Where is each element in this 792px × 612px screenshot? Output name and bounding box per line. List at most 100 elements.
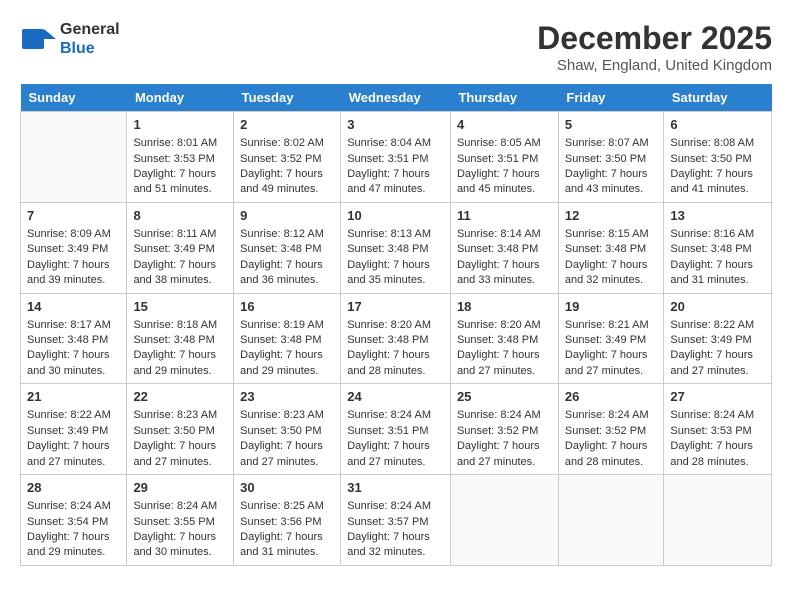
daylight-label: Daylight: 7 hours and 29 minutes. xyxy=(27,531,110,558)
daylight-label: Daylight: 7 hours and 28 minutes. xyxy=(565,440,648,467)
day-number: 26 xyxy=(565,388,658,406)
calendar-cell xyxy=(21,112,127,203)
daylight-label: Daylight: 7 hours and 31 minutes. xyxy=(670,259,753,286)
sunrise-label: Sunrise: 8:12 AM xyxy=(240,228,324,240)
sunrise-label: Sunrise: 8:09 AM xyxy=(27,228,111,240)
sunset-label: Sunset: 3:49 PM xyxy=(27,243,108,255)
sunset-label: Sunset: 3:50 PM xyxy=(133,425,214,437)
sunrise-label: Sunrise: 8:04 AM xyxy=(347,137,431,149)
daylight-label: Daylight: 7 hours and 28 minutes. xyxy=(670,440,753,467)
sunset-label: Sunset: 3:48 PM xyxy=(457,243,538,255)
calendar-cell: 10 Sunrise: 8:13 AM Sunset: 3:48 PM Dayl… xyxy=(341,202,451,293)
week-row-0: 1 Sunrise: 8:01 AM Sunset: 3:53 PM Dayli… xyxy=(21,112,772,203)
calendar-cell: 25 Sunrise: 8:24 AM Sunset: 3:52 PM Dayl… xyxy=(450,384,558,475)
daylight-label: Daylight: 7 hours and 28 minutes. xyxy=(347,349,430,376)
sunrise-label: Sunrise: 8:24 AM xyxy=(133,500,217,512)
daylight-label: Daylight: 7 hours and 27 minutes. xyxy=(670,349,753,376)
daylight-label: Daylight: 7 hours and 49 minutes. xyxy=(240,168,323,195)
sunrise-label: Sunrise: 8:23 AM xyxy=(240,409,324,421)
day-number: 9 xyxy=(240,207,334,225)
calendar-cell: 5 Sunrise: 8:07 AM Sunset: 3:50 PM Dayli… xyxy=(558,112,664,203)
daylight-label: Daylight: 7 hours and 36 minutes. xyxy=(240,259,323,286)
calendar-cell: 20 Sunrise: 8:22 AM Sunset: 3:49 PM Dayl… xyxy=(664,293,772,384)
daylight-label: Daylight: 7 hours and 29 minutes. xyxy=(240,349,323,376)
weekday-header-wednesday: Wednesday xyxy=(341,84,451,112)
daylight-label: Daylight: 7 hours and 38 minutes. xyxy=(133,259,216,286)
title-block: December 2025 Shaw, England, United King… xyxy=(537,20,772,74)
sunrise-label: Sunrise: 8:24 AM xyxy=(347,409,431,421)
sunrise-label: Sunrise: 8:25 AM xyxy=(240,500,324,512)
calendar-cell xyxy=(450,475,558,566)
calendar-cell: 2 Sunrise: 8:02 AM Sunset: 3:52 PM Dayli… xyxy=(234,112,341,203)
week-row-2: 14 Sunrise: 8:17 AM Sunset: 3:48 PM Dayl… xyxy=(21,293,772,384)
sunrise-label: Sunrise: 8:22 AM xyxy=(27,409,111,421)
day-number: 2 xyxy=(240,116,334,134)
day-number: 31 xyxy=(347,479,444,497)
day-number: 12 xyxy=(565,207,658,225)
sunrise-label: Sunrise: 8:02 AM xyxy=(240,137,324,149)
daylight-label: Daylight: 7 hours and 27 minutes. xyxy=(347,440,430,467)
logo-line2: Blue xyxy=(60,39,120,58)
daylight-label: Daylight: 7 hours and 45 minutes. xyxy=(457,168,540,195)
sunrise-label: Sunrise: 8:15 AM xyxy=(565,228,649,240)
sunset-label: Sunset: 3:48 PM xyxy=(240,334,321,346)
sunset-label: Sunset: 3:48 PM xyxy=(457,334,538,346)
calendar-cell: 18 Sunrise: 8:20 AM Sunset: 3:48 PM Dayl… xyxy=(450,293,558,384)
calendar-cell: 19 Sunrise: 8:21 AM Sunset: 3:49 PM Dayl… xyxy=(558,293,664,384)
sunrise-label: Sunrise: 8:01 AM xyxy=(133,137,217,149)
calendar-cell: 1 Sunrise: 8:01 AM Sunset: 3:53 PM Dayli… xyxy=(127,112,234,203)
sunset-label: Sunset: 3:48 PM xyxy=(347,243,428,255)
calendar-cell: 27 Sunrise: 8:24 AM Sunset: 3:53 PM Dayl… xyxy=(664,384,772,475)
sunset-label: Sunset: 3:50 PM xyxy=(240,425,321,437)
daylight-label: Daylight: 7 hours and 27 minutes. xyxy=(240,440,323,467)
daylight-label: Daylight: 7 hours and 29 minutes. xyxy=(133,349,216,376)
sunrise-label: Sunrise: 8:11 AM xyxy=(133,228,216,240)
day-number: 28 xyxy=(27,479,120,497)
day-number: 23 xyxy=(240,388,334,406)
sunrise-label: Sunrise: 8:22 AM xyxy=(670,319,754,331)
daylight-label: Daylight: 7 hours and 43 minutes. xyxy=(565,168,648,195)
week-row-4: 28 Sunrise: 8:24 AM Sunset: 3:54 PM Dayl… xyxy=(21,475,772,566)
sunrise-label: Sunrise: 8:21 AM xyxy=(565,319,649,331)
calendar-cell: 17 Sunrise: 8:20 AM Sunset: 3:48 PM Dayl… xyxy=(341,293,451,384)
daylight-label: Daylight: 7 hours and 27 minutes. xyxy=(457,349,540,376)
daylight-label: Daylight: 7 hours and 27 minutes. xyxy=(565,349,648,376)
calendar-cell: 8 Sunrise: 8:11 AM Sunset: 3:49 PM Dayli… xyxy=(127,202,234,293)
calendar-cell: 23 Sunrise: 8:23 AM Sunset: 3:50 PM Dayl… xyxy=(234,384,341,475)
daylight-label: Daylight: 7 hours and 35 minutes. xyxy=(347,259,430,286)
daylight-label: Daylight: 7 hours and 31 minutes. xyxy=(240,531,323,558)
day-number: 1 xyxy=(133,116,227,134)
calendar-cell: 16 Sunrise: 8:19 AM Sunset: 3:48 PM Dayl… xyxy=(234,293,341,384)
daylight-label: Daylight: 7 hours and 32 minutes. xyxy=(565,259,648,286)
calendar-cell: 13 Sunrise: 8:16 AM Sunset: 3:48 PM Dayl… xyxy=(664,202,772,293)
sunset-label: Sunset: 3:52 PM xyxy=(457,425,538,437)
calendar-cell: 31 Sunrise: 8:24 AM Sunset: 3:57 PM Dayl… xyxy=(341,475,451,566)
sunset-label: Sunset: 3:54 PM xyxy=(27,516,108,528)
week-row-3: 21 Sunrise: 8:22 AM Sunset: 3:49 PM Dayl… xyxy=(21,384,772,475)
sunset-label: Sunset: 3:48 PM xyxy=(347,334,428,346)
calendar-cell: 15 Sunrise: 8:18 AM Sunset: 3:48 PM Dayl… xyxy=(127,293,234,384)
day-number: 5 xyxy=(565,116,658,134)
weekday-header-tuesday: Tuesday xyxy=(234,84,341,112)
logo-line1: General xyxy=(60,20,120,39)
sunset-label: Sunset: 3:49 PM xyxy=(133,243,214,255)
sunrise-label: Sunrise: 8:24 AM xyxy=(457,409,541,421)
sunrise-label: Sunrise: 8:20 AM xyxy=(457,319,541,331)
calendar-cell: 4 Sunrise: 8:05 AM Sunset: 3:51 PM Dayli… xyxy=(450,112,558,203)
day-number: 18 xyxy=(457,298,552,316)
sunrise-label: Sunrise: 8:23 AM xyxy=(133,409,217,421)
sunrise-label: Sunrise: 8:20 AM xyxy=(347,319,431,331)
weekday-header-saturday: Saturday xyxy=(664,84,772,112)
weekday-header-monday: Monday xyxy=(127,84,234,112)
sunset-label: Sunset: 3:50 PM xyxy=(670,153,751,165)
sunrise-label: Sunrise: 8:24 AM xyxy=(670,409,754,421)
day-number: 25 xyxy=(457,388,552,406)
calendar-cell xyxy=(664,475,772,566)
sunrise-label: Sunrise: 8:18 AM xyxy=(133,319,217,331)
day-number: 8 xyxy=(133,207,227,225)
sunset-label: Sunset: 3:52 PM xyxy=(240,153,321,165)
sunrise-label: Sunrise: 8:17 AM xyxy=(27,319,111,331)
day-number: 20 xyxy=(670,298,765,316)
calendar-cell: 6 Sunrise: 8:08 AM Sunset: 3:50 PM Dayli… xyxy=(664,112,772,203)
day-number: 22 xyxy=(133,388,227,406)
